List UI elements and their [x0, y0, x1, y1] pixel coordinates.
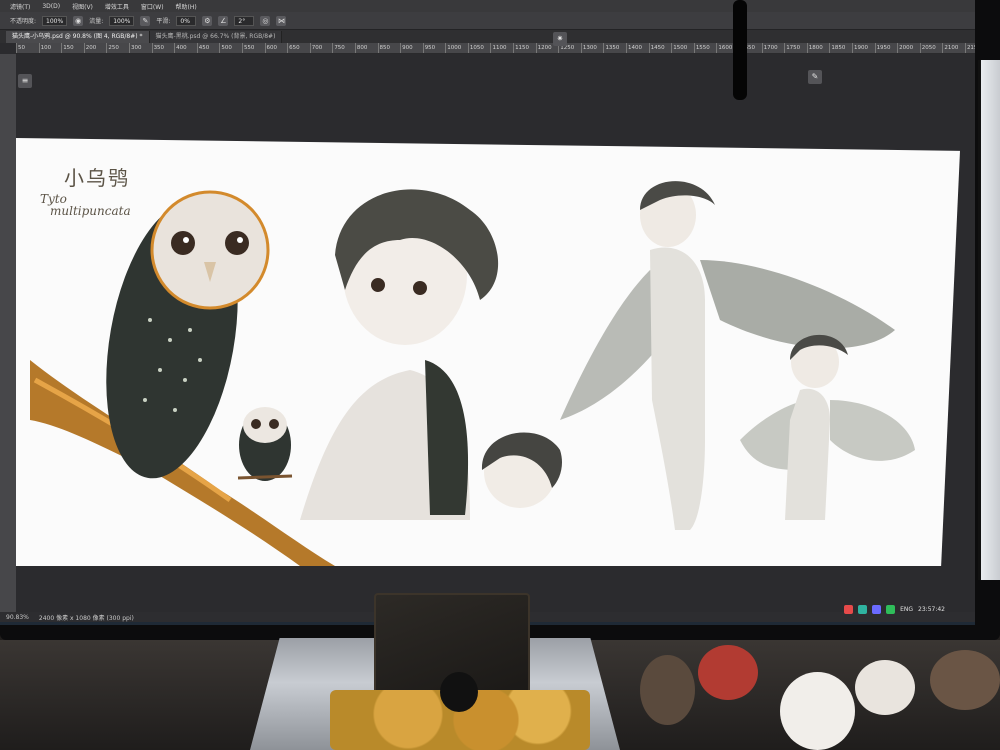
- language-indicator[interactable]: ENG: [900, 606, 913, 613]
- photoshop-window: 滤镜(T) 3D(D) 视图(V) 增效工具 窗口(W) 帮助(H) 不透明度:…: [0, 0, 975, 625]
- app-icon-red[interactable]: [36, 624, 45, 625]
- tray-icon[interactable]: [858, 605, 868, 614]
- big-owl-eye-highlight-left: [183, 237, 189, 243]
- hanging-cable: [733, 0, 747, 100]
- black-figurine: [440, 672, 478, 712]
- big-owl-face: [150, 190, 270, 310]
- search-icon[interactable]: [21, 624, 30, 625]
- portrait-eye-right: [413, 281, 427, 295]
- flyer-right-wing: [700, 260, 895, 349]
- document-size: 2400 像素 x 1080 像素 (300 ppi): [38, 614, 134, 622]
- red-figurine: [698, 645, 758, 700]
- wechat-icon[interactable]: [886, 605, 896, 614]
- small-flyer-right-wing: [830, 400, 915, 461]
- portrait-wing-arm: [425, 360, 469, 515]
- artwork: [30, 181, 915, 566]
- app-icon-green[interactable]: [51, 624, 60, 625]
- big-owl-left-eye: [171, 231, 195, 255]
- secondary-monitor: [978, 60, 1000, 580]
- tray-icon[interactable]: [872, 605, 882, 614]
- big-owl-eye-highlight-right: [237, 237, 243, 243]
- start-icon[interactable]: [6, 624, 15, 625]
- artwork-title-chinese: 小乌鸮: [64, 166, 130, 190]
- clock[interactable]: 23:57:42: [918, 606, 945, 613]
- app-icon-red-2[interactable]: [81, 624, 90, 625]
- white-figurine: [780, 672, 855, 750]
- bear-figurine: [930, 650, 1000, 710]
- artwork-title-latin-species: multipuncata: [50, 204, 131, 218]
- flyer-body: [650, 247, 705, 530]
- chibi-owl-face: [243, 407, 287, 443]
- chibi-branch: [237, 474, 293, 480]
- portrait-eye-left: [371, 278, 385, 292]
- zoom-level[interactable]: 90.83%: [6, 614, 29, 621]
- tray-icon[interactable]: [844, 605, 854, 614]
- system-tray: ENG 23:57:42: [844, 605, 945, 614]
- white-figurine-2: [855, 660, 915, 715]
- chibi-owl-eye-left: [251, 419, 261, 429]
- chibi-owl-eye-right: [269, 419, 279, 429]
- big-owl-right-eye: [225, 231, 249, 255]
- photoshop-icon[interactable]: [66, 624, 75, 625]
- brown-figurine: [640, 655, 695, 725]
